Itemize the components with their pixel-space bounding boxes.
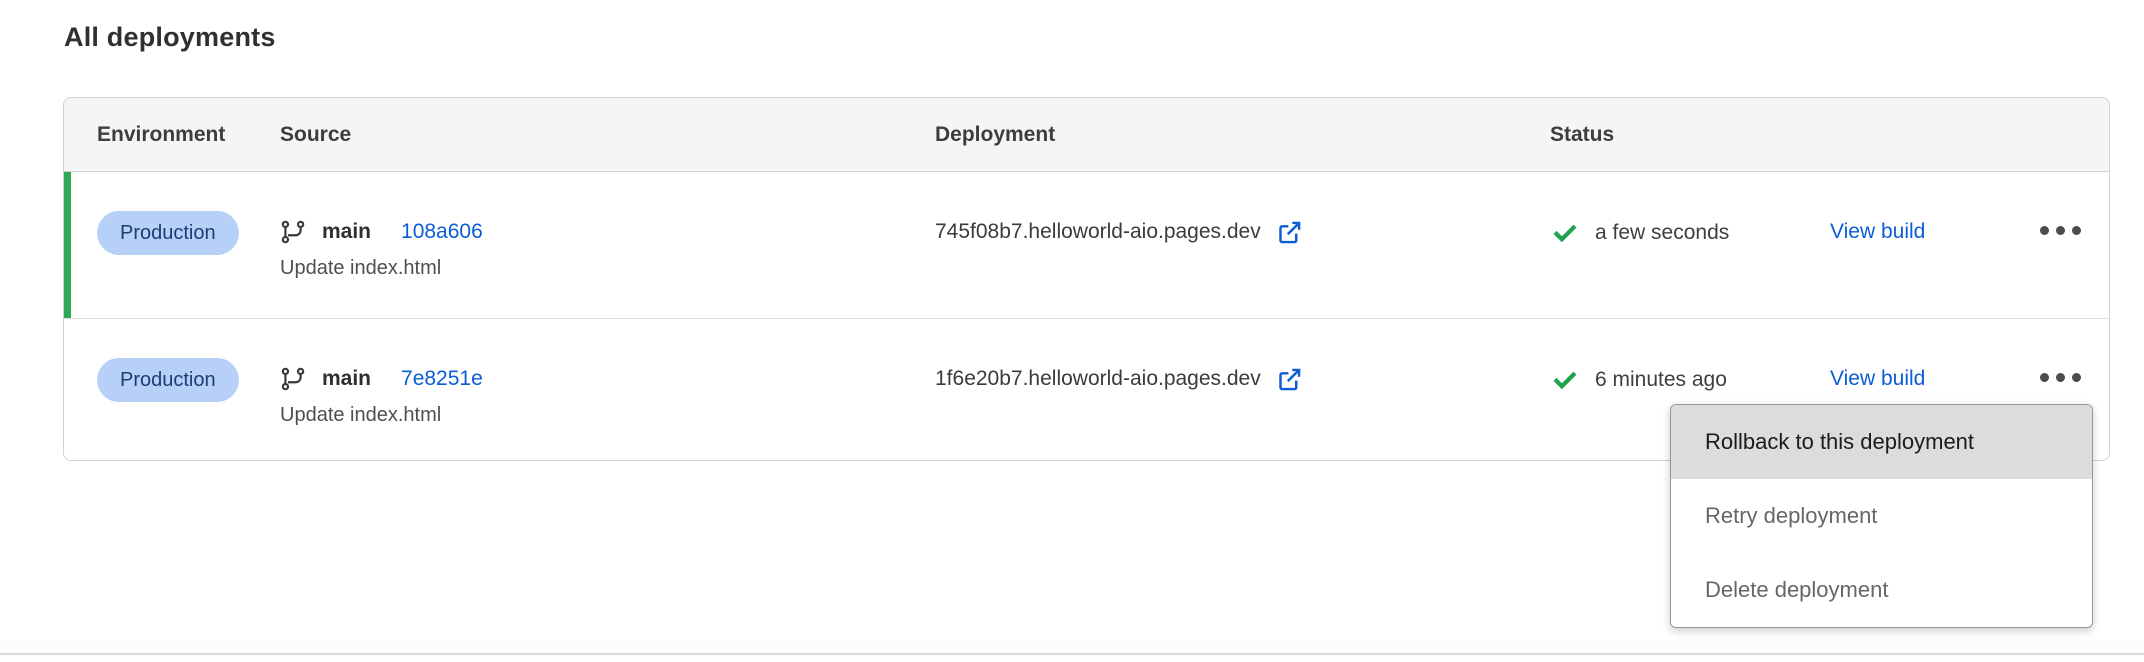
git-branch-icon xyxy=(280,366,306,392)
page-bottom-strip xyxy=(0,640,2144,653)
menu-item-retry[interactable]: Retry deployment xyxy=(1671,479,2092,553)
branch-name: main xyxy=(322,218,371,246)
source-cell: main 7e8251e Update index.html xyxy=(280,319,935,460)
table-row: Production main 108a606 Update index.htm… xyxy=(64,172,2109,318)
status-time: 6 minutes ago xyxy=(1595,365,1727,395)
deployment-url: 745f08b7.helloworld-aio.pages.dev xyxy=(935,218,1261,246)
deployment-options-button[interactable] xyxy=(2040,373,2092,382)
deployment-options-menu: Rollback to this deployment Retry deploy… xyxy=(1670,404,2093,628)
environment-cell: Production xyxy=(97,172,280,318)
column-header-source: Source xyxy=(280,123,935,147)
page-title: All deployments xyxy=(64,22,276,53)
source-cell: main 108a606 Update index.html xyxy=(280,172,935,318)
page-bottom-divider xyxy=(0,653,2144,655)
environment-badge: Production xyxy=(97,358,239,402)
environment-badge: Production xyxy=(97,211,239,255)
status-cell: a few seconds xyxy=(1550,172,1830,318)
commit-link[interactable]: 108a606 xyxy=(401,218,483,246)
external-link-icon[interactable] xyxy=(1276,366,1303,393)
column-header-deployment: Deployment xyxy=(935,123,1550,147)
column-header-environment: Environment xyxy=(97,123,280,147)
column-header-status: Status xyxy=(1550,123,2109,147)
git-branch-icon xyxy=(280,219,306,245)
commit-link[interactable]: 7e8251e xyxy=(401,365,483,393)
deployment-cell: 745f08b7.helloworld-aio.pages.dev xyxy=(935,172,1550,318)
ellipsis-icon xyxy=(2040,373,2049,382)
branch-name: main xyxy=(322,365,371,393)
environment-cell: Production xyxy=(97,319,280,460)
deployment-options-button[interactable] xyxy=(2040,226,2092,235)
menu-item-delete[interactable]: Delete deployment xyxy=(1671,553,2092,627)
status-time: a few seconds xyxy=(1595,218,1729,248)
view-build-cell: View build xyxy=(1830,172,2040,318)
commit-message: Update index.html xyxy=(280,402,935,428)
deployment-cell: 1f6e20b7.helloworld-aio.pages.dev xyxy=(935,319,1550,460)
commit-message: Update index.html xyxy=(280,255,935,281)
table-header-row: Environment Source Deployment Status xyxy=(64,98,2109,172)
deployment-url: 1f6e20b7.helloworld-aio.pages.dev xyxy=(935,365,1261,393)
check-icon xyxy=(1550,218,1580,248)
ellipsis-icon xyxy=(2040,226,2049,235)
view-build-link[interactable]: View build xyxy=(1830,220,1925,243)
view-build-link[interactable]: View build xyxy=(1830,367,1925,390)
menu-item-rollback[interactable]: Rollback to this deployment xyxy=(1671,405,2092,479)
check-icon xyxy=(1550,365,1580,395)
options-cell xyxy=(2040,172,2109,318)
external-link-icon[interactable] xyxy=(1276,219,1303,246)
